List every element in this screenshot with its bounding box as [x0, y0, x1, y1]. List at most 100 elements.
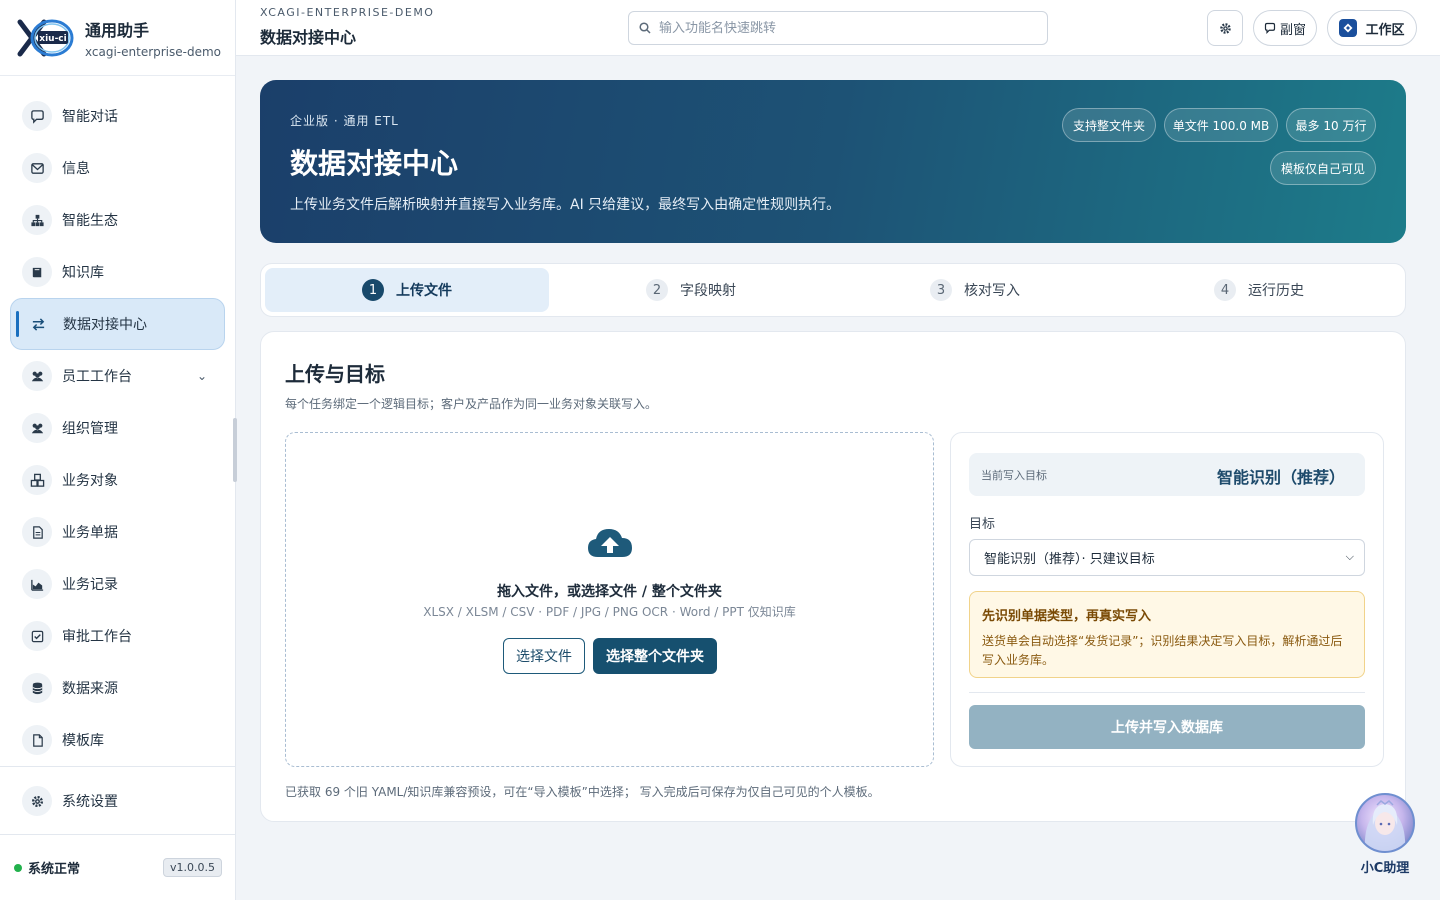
step-number: 2 [646, 279, 668, 301]
sidebar-item-label: 组织管理 [62, 421, 118, 437]
network-icon [22, 205, 52, 235]
mail-icon [22, 153, 52, 183]
sidebar-item-ecosystem[interactable]: 智能生态 [10, 194, 225, 246]
sidebar-item-knowledge[interactable]: 知识库 [10, 246, 225, 298]
sidebar-item-settings[interactable]: 系统设置 [10, 775, 226, 827]
sidebar-item-label: 业务记录 [62, 577, 118, 593]
system-status: 系统正常 [28, 862, 81, 877]
step-number: 3 [930, 279, 952, 301]
feature-pill-template: 模板仅自己可见 [1270, 151, 1376, 185]
tab-run-history[interactable]: 4 运行历史 [1117, 268, 1401, 312]
settings-button[interactable] [1207, 10, 1243, 46]
sidebar-item-templates[interactable]: 模板库 [10, 714, 225, 766]
breadcrumb: XCAGI-ENTERPRISE-DEMO [260, 6, 435, 19]
hero-description: 上传业务文件后解析映射并直接写入业务库。AI 只给建议，最终写入由确定性规则执行… [290, 197, 841, 213]
sidebar-item-label: 员工工作台 [62, 369, 132, 385]
workspace-button[interactable]: 工作区 [1327, 10, 1417, 46]
sidebar-nav: 智能对话 信息 智能生态 知识库 数据对接中心 员工工作台 ⌄ 组织管理 业务对… [10, 90, 225, 766]
sub-window-button[interactable]: 副窗 [1253, 10, 1317, 46]
current-target-value: 智能识别（推荐） [1216, 468, 1345, 487]
sidebar-item-label: 业务对象 [62, 473, 118, 489]
current-target-box: 当前写入目标 智能识别（推荐） [969, 453, 1365, 496]
step-number: 4 [1214, 279, 1236, 301]
upload-write-button[interactable]: 上传并写入数据库 [969, 705, 1365, 749]
page-title: 数据对接中心 [260, 28, 357, 47]
gear-icon [22, 786, 52, 816]
search-icon [639, 22, 651, 34]
users-icon [22, 413, 52, 443]
search-box[interactable] [628, 11, 1048, 45]
card-description: 每个任务绑定一个逻辑目标；客户及产品作为同一业务对象关联写入。 [285, 397, 658, 411]
sidebar-item-organization[interactable]: 组织管理 [10, 402, 225, 454]
sidebar: xiu-ci 通用助手 xcagi-enterprise-demo 智能对话 信… [0, 0, 237, 900]
sidebar-item-label: 知识库 [62, 265, 104, 281]
step-number: 1 [362, 279, 384, 301]
choose-file-button[interactable]: 选择文件 [503, 638, 585, 674]
chat-icon [1264, 22, 1276, 34]
current-target-label: 当前写入目标 [981, 469, 1047, 482]
sidebar-item-data-center[interactable]: 数据对接中心 [10, 298, 225, 350]
file-drop-zone[interactable]: 拖入文件，或选择文件 / 整个文件夹 XLSX / XLSM / CSV · P… [285, 432, 934, 767]
workspace-label: 工作区 [1365, 22, 1405, 38]
sidebar-item-business-records[interactable]: 业务记录 [10, 558, 225, 610]
sidebar-item-label: 系统设置 [62, 794, 118, 810]
logo-text: xiu-ci [39, 34, 66, 44]
step-label: 核对写入 [964, 283, 1020, 299]
tab-verify-write[interactable]: 3 核对写入 [833, 268, 1117, 312]
app-logo: xiu-ci [16, 16, 74, 60]
document-icon [22, 517, 52, 547]
target-field-label: 目标 [969, 517, 996, 532]
sidebar-item-messages[interactable]: 信息 [10, 142, 225, 194]
sidebar-scrollbar[interactable] [233, 418, 237, 482]
sidebar-item-staff-workbench[interactable]: 员工工作台 ⌄ [10, 350, 225, 402]
search-input[interactable] [659, 20, 1029, 36]
target-selected-option: 智能识别（推荐）· 只建议目标 [984, 552, 1155, 567]
gear-icon [1219, 22, 1231, 34]
brand[interactable]: xiu-ci 通用助手 xcagi-enterprise-demo [0, 0, 235, 76]
exchange-icon [23, 309, 53, 339]
drop-zone-title: 拖入文件，或选择文件 / 整个文件夹 [497, 584, 722, 600]
sidebar-item-label: 审批工作台 [62, 629, 132, 645]
step-label: 字段映射 [680, 283, 736, 299]
tab-field-mapping[interactable]: 2 字段映射 [549, 268, 833, 312]
choose-folder-button[interactable]: 选择整个文件夹 [593, 638, 717, 674]
assistant-avatar[interactable] [1355, 793, 1415, 853]
hero-banner: 企业版 · 通用 ETL 数据对接中心 上传业务文件后解析映射并直接写入业务库。… [260, 80, 1406, 243]
notice-box: 先识别单据类型，再真实写入 送货单会自动选择“发货记录”；识别结果决定写入目标，… [969, 591, 1365, 678]
feature-pill-rows: 最多 10 万行 [1286, 108, 1376, 142]
step-tabs: 1 上传文件 2 字段映射 3 核对写入 4 运行历史 [260, 263, 1406, 317]
database-icon [22, 673, 52, 703]
sidebar-item-data-sources[interactable]: 数据来源 [10, 662, 225, 714]
sidebar-item-label: 数据来源 [62, 681, 118, 697]
hero-kicker: 企业版 · 通用 ETL [290, 114, 399, 128]
supported-formats: XLSX / XLSM / CSV · PDF / JPG / PNG OCR … [423, 605, 796, 619]
step-label: 运行历史 [1248, 283, 1304, 299]
chevron-down-icon[interactable]: ⌄ [197, 369, 207, 383]
sidebar-item-label: 数据对接中心 [63, 317, 147, 333]
sidebar-item-label: 业务单据 [62, 525, 118, 541]
sidebar-item-label: 智能对话 [62, 109, 118, 125]
app-subtitle: xcagi-enterprise-demo [85, 44, 222, 59]
sidebar-item-business-documents[interactable]: 业务单据 [10, 506, 225, 558]
sidebar-item-label: 智能生态 [62, 213, 118, 229]
users-icon [22, 361, 52, 391]
sidebar-settings-section: 系统设置 [0, 766, 236, 835]
sidebar-item-label: 模板库 [62, 733, 104, 749]
cloud-upload-icon [586, 525, 634, 565]
tab-upload[interactable]: 1 上传文件 [265, 268, 549, 312]
sidebar-item-approvals[interactable]: 审批工作台 [10, 610, 225, 662]
assistant-label[interactable]: 小C助理 [1350, 857, 1420, 876]
card-title: 上传与目标 [285, 362, 385, 386]
target-select[interactable]: 智能识别（推荐）· 只建议目标 ⌵ [969, 539, 1365, 576]
sub-window-label: 副窗 [1279, 22, 1306, 38]
notice-title: 先识别单据类型，再真实写入 [982, 609, 1152, 624]
chat-icon [22, 101, 52, 131]
hero-title: 数据对接中心 [290, 147, 459, 180]
sidebar-item-chat[interactable]: 智能对话 [10, 90, 225, 142]
preset-info: 已获取 69 个旧 YAML/知识库兼容预设，可在“导入模板”中选择； 写入完成… [285, 785, 880, 799]
top-header: XCAGI-ENTERPRISE-DEMO 数据对接中心 副窗 工作区 [236, 0, 1440, 56]
divider [969, 692, 1365, 693]
step-label: 上传文件 [396, 283, 452, 299]
sidebar-footer: 系统正常 v1.0.0.5 [0, 834, 236, 900]
sidebar-item-business-objects[interactable]: 业务对象 [10, 454, 225, 506]
